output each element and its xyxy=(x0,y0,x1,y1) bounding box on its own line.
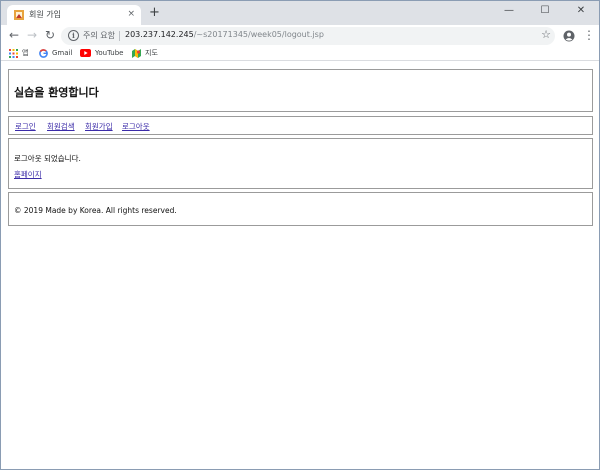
address-bar[interactable]: i 주의 요함 203.237.142.245/~s20171345/week0… xyxy=(61,27,555,45)
apps-grid-icon xyxy=(9,48,18,58)
forward-button[interactable]: → xyxy=(25,28,39,42)
bookmarks-bar: 앱 Gmail YouTube 지도 xyxy=(1,47,599,61)
content-section: 로그아웃 되었습니다. 홈페이지 xyxy=(8,138,593,189)
minimize-button[interactable]: — xyxy=(491,3,527,19)
menu-icon[interactable]: ⋮ xyxy=(583,28,595,42)
nav-link-signup[interactable]: 회원가입 xyxy=(85,121,113,132)
bookmark-label: 지도 xyxy=(145,49,158,57)
back-button[interactable]: ← xyxy=(7,28,21,42)
page-title: 실습을 환영합니다 xyxy=(14,86,99,99)
url-path: /~s20171345/week05/logout.jsp xyxy=(193,30,324,39)
url-text[interactable]: 203.237.142.245/~s20171345/week05/logout… xyxy=(125,30,324,39)
bookmark-apps[interactable]: 앱 xyxy=(9,47,28,60)
footer-section: © 2019 Made by Korea. All rights reserve… xyxy=(8,192,593,226)
browser-toolbar: ← → ↻ i 주의 요함 203.237.142.245/~s20171345… xyxy=(1,25,599,47)
maps-icon xyxy=(132,48,141,58)
nav-menu: 로그인 회원검색 회원가입 로그아웃 xyxy=(8,116,593,135)
bookmark-label: YouTube xyxy=(95,49,124,57)
nav-link-login[interactable]: 로그인 xyxy=(15,121,36,132)
page-viewport: 실습을 환영합니다 로그인 회원검색 회원가입 로그아웃 로그아웃 되었습니다.… xyxy=(1,62,599,470)
new-tab-button[interactable]: + xyxy=(149,6,160,20)
security-status[interactable]: 주의 요함 xyxy=(83,30,115,41)
bookmark-youtube[interactable]: YouTube xyxy=(80,47,123,60)
page-favicon-icon xyxy=(14,10,24,20)
maximize-button[interactable]: ☐ xyxy=(527,3,563,19)
copyright-text: © 2019 Made by Korea. All rights reserve… xyxy=(14,206,177,215)
tab-strip: 회원 가입 × + — ☐ ✕ xyxy=(1,1,599,25)
nav-link-member-search[interactable]: 회원검색 xyxy=(47,121,75,132)
browser-tab[interactable]: 회원 가입 × xyxy=(7,5,141,25)
profile-icon[interactable] xyxy=(563,30,575,42)
reload-button[interactable]: ↻ xyxy=(43,28,57,42)
bookmark-maps[interactable]: 지도 xyxy=(132,47,158,60)
nav-link-logout[interactable]: 로그아웃 xyxy=(122,121,150,132)
close-window-button[interactable]: ✕ xyxy=(563,3,599,19)
google-icon xyxy=(39,48,48,58)
address-divider xyxy=(119,31,120,41)
bookmark-gmail[interactable]: Gmail xyxy=(39,47,72,60)
tab-close-icon[interactable]: × xyxy=(127,8,135,20)
bookmark-label: 앱 xyxy=(22,49,29,57)
home-link[interactable]: 홈페이지 xyxy=(14,169,42,180)
bookmark-star-icon[interactable]: ☆ xyxy=(541,28,551,41)
logout-message: 로그아웃 되었습니다. xyxy=(14,154,81,163)
url-host: 203.237.142.245 xyxy=(125,30,194,39)
header-section: 실습을 환영합니다 xyxy=(8,69,593,112)
tab-title: 회원 가입 xyxy=(29,10,61,19)
youtube-icon xyxy=(80,49,91,57)
info-icon[interactable]: i xyxy=(68,30,79,41)
bookmark-label: Gmail xyxy=(52,49,73,57)
